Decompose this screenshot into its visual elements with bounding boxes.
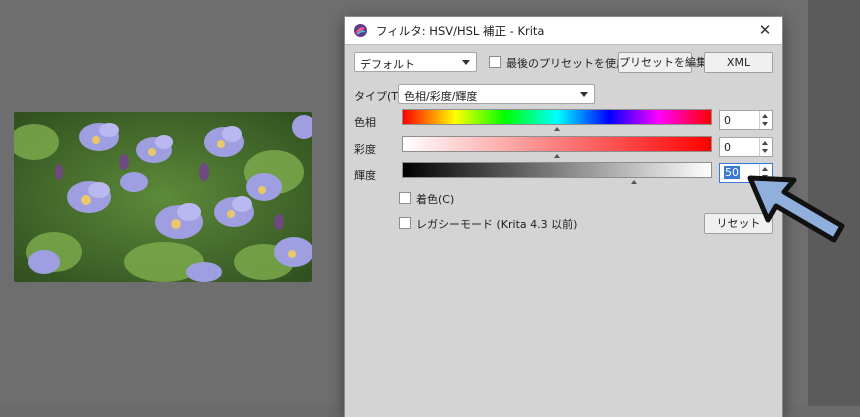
colorize-label: 着色(C) bbox=[416, 193, 455, 206]
hue-slider[interactable] bbox=[402, 109, 712, 125]
hue-value: 0 bbox=[724, 114, 731, 127]
hue-label: 色相 bbox=[354, 116, 376, 129]
saturation-slider[interactable] bbox=[402, 136, 712, 152]
legacy-mode-label: レガシーモード (Krita 4.3 以前) bbox=[416, 218, 578, 231]
chevron-down-icon bbox=[462, 60, 470, 65]
canvas-image bbox=[14, 112, 312, 282]
spin-down-icon[interactable] bbox=[760, 120, 771, 128]
luminance-slider[interactable] bbox=[402, 162, 712, 178]
preset-select[interactable]: デフォルト bbox=[354, 52, 477, 72]
dialog-titlebar[interactable]: フィルタ: HSV/HSL 補正 - Krita ✕ bbox=[345, 17, 782, 45]
spin-up-icon[interactable] bbox=[760, 139, 771, 147]
xml-button[interactable]: XML bbox=[704, 52, 773, 73]
saturation-spinbox[interactable]: 0 bbox=[719, 137, 773, 157]
hsv-adjust-dialog: フィルタ: HSV/HSL 補正 - Krita ✕ デフォルト 最後のプリセッ… bbox=[345, 17, 782, 417]
type-select-value: 色相/彩度/輝度 bbox=[404, 90, 478, 103]
chevron-down-icon bbox=[580, 92, 588, 97]
colorize-checkbox[interactable] bbox=[399, 192, 411, 204]
saturation-slider-handle[interactable] bbox=[554, 154, 560, 158]
type-select[interactable]: 色相/彩度/輝度 bbox=[398, 84, 595, 104]
krita-logo-icon bbox=[354, 24, 367, 37]
saturation-label: 彩度 bbox=[354, 143, 376, 156]
saturation-value: 0 bbox=[724, 141, 731, 154]
luminance-label: 輝度 bbox=[354, 169, 376, 182]
preset-select-value: デフォルト bbox=[360, 58, 415, 71]
hue-spinbox[interactable]: 0 bbox=[719, 110, 773, 130]
close-icon[interactable]: ✕ bbox=[750, 19, 780, 42]
spin-up-icon[interactable] bbox=[760, 112, 771, 120]
pointer-arrow-icon bbox=[747, 175, 845, 243]
use-last-preset-checkbox[interactable] bbox=[489, 56, 501, 68]
dialog-title: フィルタ: HSV/HSL 補正 - Krita bbox=[376, 24, 545, 38]
edit-preset-button[interactable]: プリセットを編集 bbox=[618, 52, 707, 73]
legacy-mode-checkbox[interactable] bbox=[399, 217, 411, 229]
luminance-slider-handle[interactable] bbox=[631, 180, 637, 184]
flower-photo bbox=[14, 112, 312, 282]
use-last-preset-label: 最後のプリセットを使用 bbox=[506, 57, 627, 70]
hue-slider-handle[interactable] bbox=[554, 127, 560, 131]
spin-down-icon[interactable] bbox=[760, 147, 771, 155]
